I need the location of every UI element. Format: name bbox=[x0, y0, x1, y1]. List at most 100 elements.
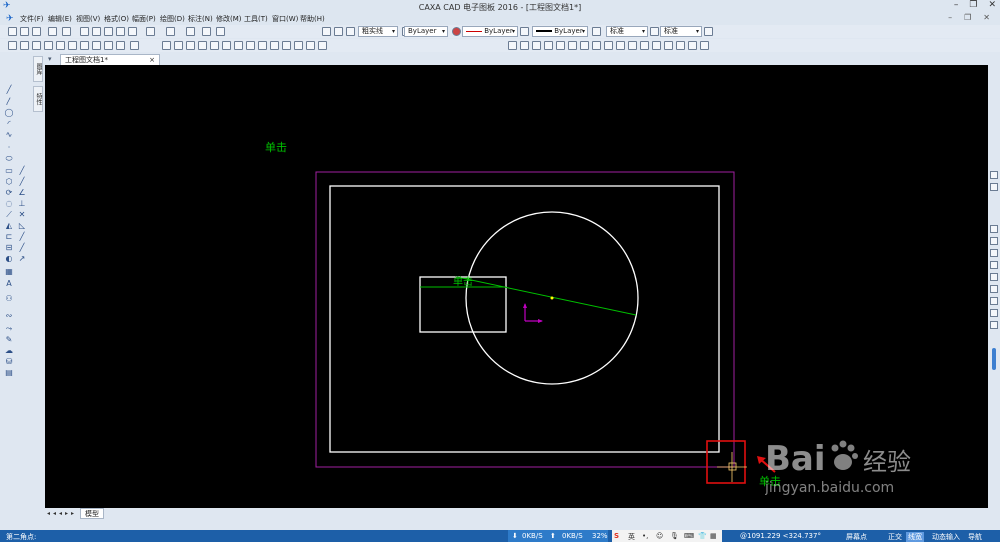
ortho-button[interactable]: 正交 bbox=[888, 532, 902, 542]
equidistant-tool-icon[interactable]: ◌ bbox=[4, 200, 14, 208]
scale-icon[interactable] bbox=[556, 41, 565, 50]
right-tool-1-icon[interactable] bbox=[990, 171, 998, 179]
image-tool-icon[interactable]: ⛁ bbox=[4, 358, 14, 366]
wave-line-tool-icon[interactable]: ◐ bbox=[4, 255, 14, 263]
match-properties-icon[interactable] bbox=[700, 41, 709, 50]
dim-arc-icon[interactable] bbox=[234, 41, 243, 50]
linestyle-combo[interactable]: ByLayer ▾ bbox=[462, 26, 518, 37]
side-tab-library[interactable]: 图库 bbox=[33, 56, 43, 82]
dim-radius-icon[interactable] bbox=[210, 41, 219, 50]
text-style-combo[interactable]: 标准 ▾ bbox=[606, 26, 648, 37]
zoom-next-icon[interactable] bbox=[116, 41, 125, 50]
undo-icon[interactable] bbox=[146, 27, 155, 36]
right-tool-2-icon[interactable] bbox=[990, 183, 998, 191]
ellipse-tool-icon[interactable]: ⬭ bbox=[4, 155, 14, 163]
linewidth-button[interactable]: 线宽 bbox=[906, 532, 924, 542]
diagonal-tool-icon[interactable]: ╱ bbox=[17, 244, 27, 252]
stretch-icon[interactable] bbox=[640, 41, 649, 50]
offset-icon[interactable] bbox=[664, 41, 673, 50]
dim-linear-icon[interactable] bbox=[162, 41, 171, 50]
tools-icon[interactable]: ▦ bbox=[710, 532, 717, 540]
text-tool-icon[interactable]: A bbox=[4, 280, 14, 288]
save-icon[interactable] bbox=[32, 27, 41, 36]
weld-symbol-icon[interactable] bbox=[306, 41, 315, 50]
doc-restore-icon[interactable]: ❐ bbox=[964, 13, 971, 22]
menu-sheet[interactable]: 幅面(P) bbox=[132, 14, 160, 24]
measure-icon[interactable] bbox=[130, 41, 139, 50]
side-tab-properties[interactable]: 特性 bbox=[33, 86, 43, 112]
zoom-window-icon[interactable] bbox=[8, 41, 17, 50]
menu-format[interactable]: 格式(O) bbox=[104, 14, 132, 24]
zoom-out-icon[interactable] bbox=[68, 41, 77, 50]
rectangle-tool-icon[interactable]: ▭ bbox=[4, 167, 14, 175]
surface-finish-icon[interactable] bbox=[294, 41, 303, 50]
fillet-icon[interactable] bbox=[616, 41, 625, 50]
keyboard-icon[interactable]: ⌨ bbox=[684, 532, 694, 540]
menu-file[interactable]: 文件(F) bbox=[20, 14, 48, 24]
right-tool-8-icon[interactable] bbox=[990, 285, 998, 293]
new-file-icon[interactable] bbox=[8, 27, 17, 36]
doc-close-icon[interactable]: ✕ bbox=[983, 13, 990, 22]
zoom-in-icon[interactable] bbox=[56, 41, 65, 50]
extend-icon[interactable] bbox=[592, 41, 601, 50]
zoom-all-icon[interactable] bbox=[20, 41, 29, 50]
leader-icon[interactable] bbox=[246, 41, 255, 50]
ray-tool-icon[interactable]: ↗ bbox=[17, 255, 27, 263]
explode-icon[interactable] bbox=[652, 41, 661, 50]
centerline-tool-icon[interactable]: ⟳ bbox=[4, 189, 14, 197]
tab-menu-icon[interactable]: ▾ bbox=[48, 55, 52, 63]
hole-tool-icon[interactable]: ⊏ bbox=[4, 233, 14, 241]
tab-document-1[interactable]: 工程图文档1* × bbox=[60, 54, 160, 65]
right-tool-4-icon[interactable] bbox=[990, 237, 998, 245]
redraw-icon[interactable] bbox=[80, 41, 89, 50]
circle-tool-icon[interactable]: ◯ bbox=[4, 109, 14, 117]
close-icon[interactable]: ✕ bbox=[988, 0, 996, 10]
tab-model[interactable]: 模型 bbox=[80, 508, 104, 519]
dim-angle-icon[interactable] bbox=[198, 41, 207, 50]
axis-tool-icon[interactable]: ⊟ bbox=[4, 244, 14, 252]
perpendicular-tool-icon[interactable]: ⊥ bbox=[17, 200, 27, 208]
help-icon[interactable] bbox=[216, 27, 225, 36]
triangle-tool-icon[interactable]: ◺ bbox=[17, 222, 27, 230]
menu-draw[interactable]: 绘图(D) bbox=[160, 14, 188, 24]
voice-icon[interactable]: 🎙 bbox=[670, 532, 679, 540]
tangent-line-tool-icon[interactable]: ╱ bbox=[17, 178, 27, 186]
sun-icon[interactable] bbox=[334, 27, 343, 36]
properties-icon[interactable] bbox=[186, 27, 195, 36]
hatch-tool-icon[interactable]: ⟋ bbox=[4, 211, 14, 219]
right-tool-6-icon[interactable] bbox=[990, 261, 998, 269]
layer-state-icon[interactable] bbox=[346, 27, 355, 36]
block-tool-icon[interactable]: ⚇ bbox=[4, 295, 14, 303]
menu-dimension[interactable]: 标注(N) bbox=[188, 14, 216, 24]
redo-icon[interactable] bbox=[166, 27, 175, 36]
pen-tool-icon[interactable]: ✎ bbox=[4, 336, 14, 344]
maximize-icon[interactable]: ❐ bbox=[969, 0, 977, 10]
move-icon[interactable] bbox=[508, 41, 517, 50]
navigation-button[interactable]: 导航 bbox=[968, 532, 982, 542]
array-icon[interactable] bbox=[568, 41, 577, 50]
parallel-line-tool-icon[interactable]: ╱ bbox=[17, 167, 27, 175]
menu-view[interactable]: 视图(V) bbox=[76, 14, 104, 24]
object-tool-icon[interactable]: ▤ bbox=[4, 369, 14, 377]
print-preview-icon[interactable] bbox=[48, 27, 57, 36]
fill-tool-icon[interactable]: ◭ bbox=[4, 222, 14, 230]
copy-icon[interactable] bbox=[92, 27, 101, 36]
emoji-icon[interactable]: ☺ bbox=[656, 532, 663, 540]
dim-style-icon[interactable] bbox=[650, 27, 659, 36]
spline-tool-icon[interactable]: ∿ bbox=[4, 131, 14, 139]
arc-tool-icon[interactable]: ◜ bbox=[4, 120, 14, 128]
right-tool-10-icon[interactable] bbox=[990, 309, 998, 317]
dim-style-combo[interactable]: 标准 ▾ bbox=[660, 26, 702, 37]
close-tab-icon[interactable]: × bbox=[149, 55, 155, 65]
ime-mode[interactable]: 英 bbox=[628, 532, 635, 542]
menu-window[interactable]: 窗口(W) bbox=[272, 14, 300, 24]
linetype-combo[interactable]: 粗实线 ▾ bbox=[358, 26, 398, 37]
right-tool-11-icon[interactable] bbox=[990, 321, 998, 329]
polygon-tool-icon[interactable]: ⬡ bbox=[4, 178, 14, 186]
dim-baseline-icon[interactable] bbox=[174, 41, 183, 50]
tolerance-icon[interactable] bbox=[270, 41, 279, 50]
chamfer-icon[interactable] bbox=[628, 41, 637, 50]
double-line-tool-icon[interactable]: ∾ bbox=[4, 312, 14, 320]
angle-line-tool-icon[interactable]: ∠ bbox=[17, 189, 27, 197]
linetype-icon[interactable] bbox=[520, 27, 529, 36]
